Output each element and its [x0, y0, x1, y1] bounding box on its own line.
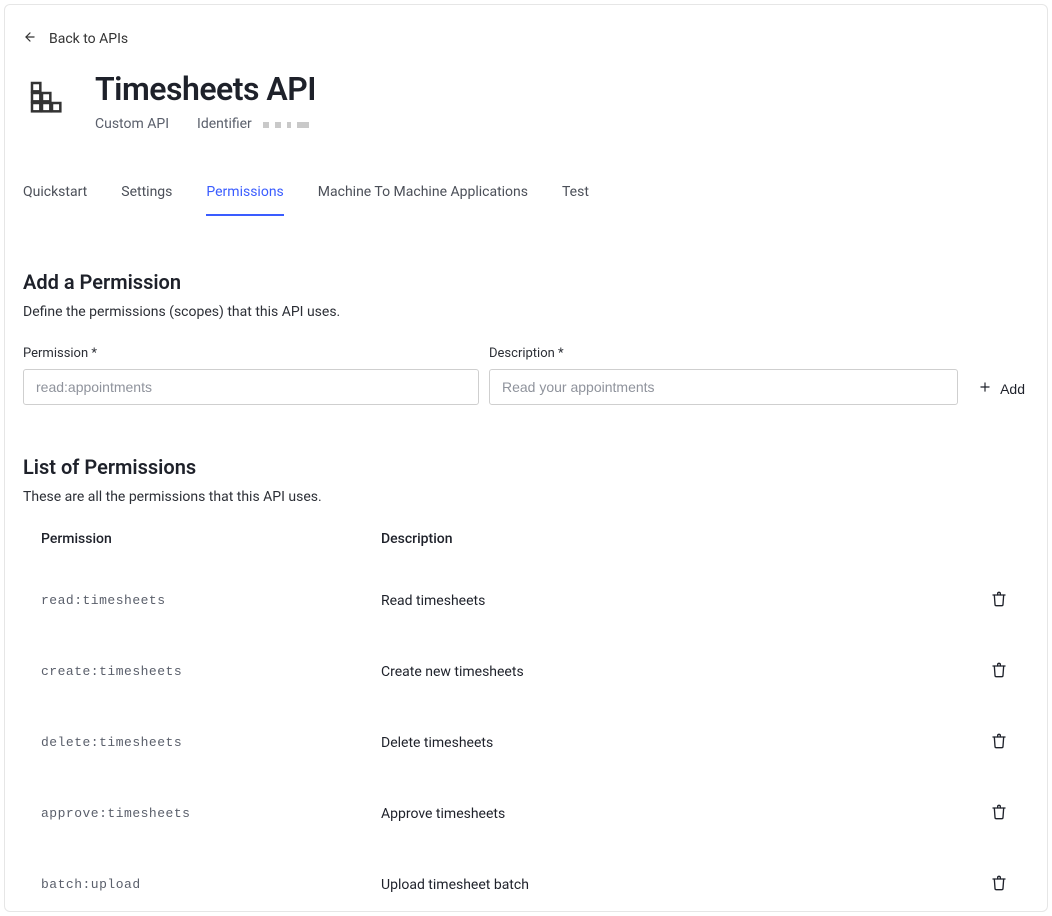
api-logo-icon [23, 74, 71, 122]
table-header: Permission Description [23, 531, 1029, 565]
table-row: batch:upload Upload timesheet batch [23, 849, 1029, 912]
tab-test[interactable]: Test [562, 178, 589, 215]
permission-description: Upload timesheet batch [381, 877, 951, 893]
add-button-label: Add [1000, 381, 1025, 397]
table-row: read:timesheets Read timesheets [23, 565, 1029, 636]
api-identifier-value-redacted [263, 122, 309, 128]
trash-icon [991, 808, 1007, 823]
tab-m2m-applications[interactable]: Machine To Machine Applications [318, 178, 528, 215]
permission-input[interactable] [23, 369, 479, 405]
tab-permissions[interactable]: Permissions [206, 178, 283, 216]
permission-code: create:timesheets [41, 664, 381, 679]
api-identifier-label: Identifier [197, 116, 252, 132]
table-row: delete:timesheets Delete timesheets [23, 707, 1029, 778]
tab-settings[interactable]: Settings [121, 178, 172, 215]
page-title: Timesheets API [95, 70, 316, 108]
back-link-label: Back to APIs [49, 31, 128, 47]
api-type-label: Custom API [95, 116, 169, 132]
delete-permission-button[interactable] [987, 729, 1011, 756]
permission-description: Approve timesheets [381, 806, 951, 822]
api-header: Timesheets API Custom API Identifier [23, 70, 1029, 132]
permission-description: Create new timesheets [381, 664, 951, 680]
table-row: create:timesheets Create new timesheets [23, 636, 1029, 707]
trash-icon [991, 595, 1007, 610]
back-to-apis-link[interactable]: Back to APIs [23, 30, 128, 48]
permission-description: Delete timesheets [381, 735, 951, 751]
permission-description: Read timesheets [381, 593, 951, 609]
col-header-description: Description [381, 531, 951, 547]
add-permission-form: Permission * Description * Add [23, 346, 1029, 405]
trash-icon [991, 879, 1007, 894]
trash-icon [991, 666, 1007, 681]
tab-quickstart[interactable]: Quickstart [23, 178, 87, 215]
col-header-permission: Permission [41, 531, 381, 547]
delete-permission-button[interactable] [987, 800, 1011, 827]
add-button[interactable]: Add [968, 372, 1029, 405]
permission-code: delete:timesheets [41, 735, 381, 750]
api-identifier: Identifier [197, 116, 309, 132]
add-permission-subtitle: Define the permissions (scopes) that thi… [23, 304, 1029, 320]
list-permissions-title: List of Permissions [23, 455, 1029, 479]
delete-permission-button[interactable] [987, 658, 1011, 685]
api-meta: Custom API Identifier [95, 116, 316, 132]
description-field-label: Description * [489, 346, 958, 361]
permission-code: batch:upload [41, 877, 381, 892]
arrow-left-icon [23, 30, 37, 48]
delete-permission-button[interactable] [987, 871, 1011, 898]
tabs: Quickstart Settings Permissions Machine … [23, 178, 1029, 216]
description-input[interactable] [489, 369, 958, 405]
page-container: Back to APIs Timesheets API Custom API I… [4, 4, 1048, 912]
permission-code: approve:timesheets [41, 806, 381, 821]
permission-code: read:timesheets [41, 593, 381, 608]
plus-icon [978, 380, 992, 397]
permission-field-label: Permission * [23, 346, 479, 361]
delete-permission-button[interactable] [987, 587, 1011, 614]
table-row: approve:timesheets Approve timesheets [23, 778, 1029, 849]
permissions-table: Permission Description read:timesheets R… [23, 531, 1029, 912]
trash-icon [991, 737, 1007, 752]
list-permissions-subtitle: These are all the permissions that this … [23, 489, 1029, 505]
add-permission-title: Add a Permission [23, 270, 1029, 294]
